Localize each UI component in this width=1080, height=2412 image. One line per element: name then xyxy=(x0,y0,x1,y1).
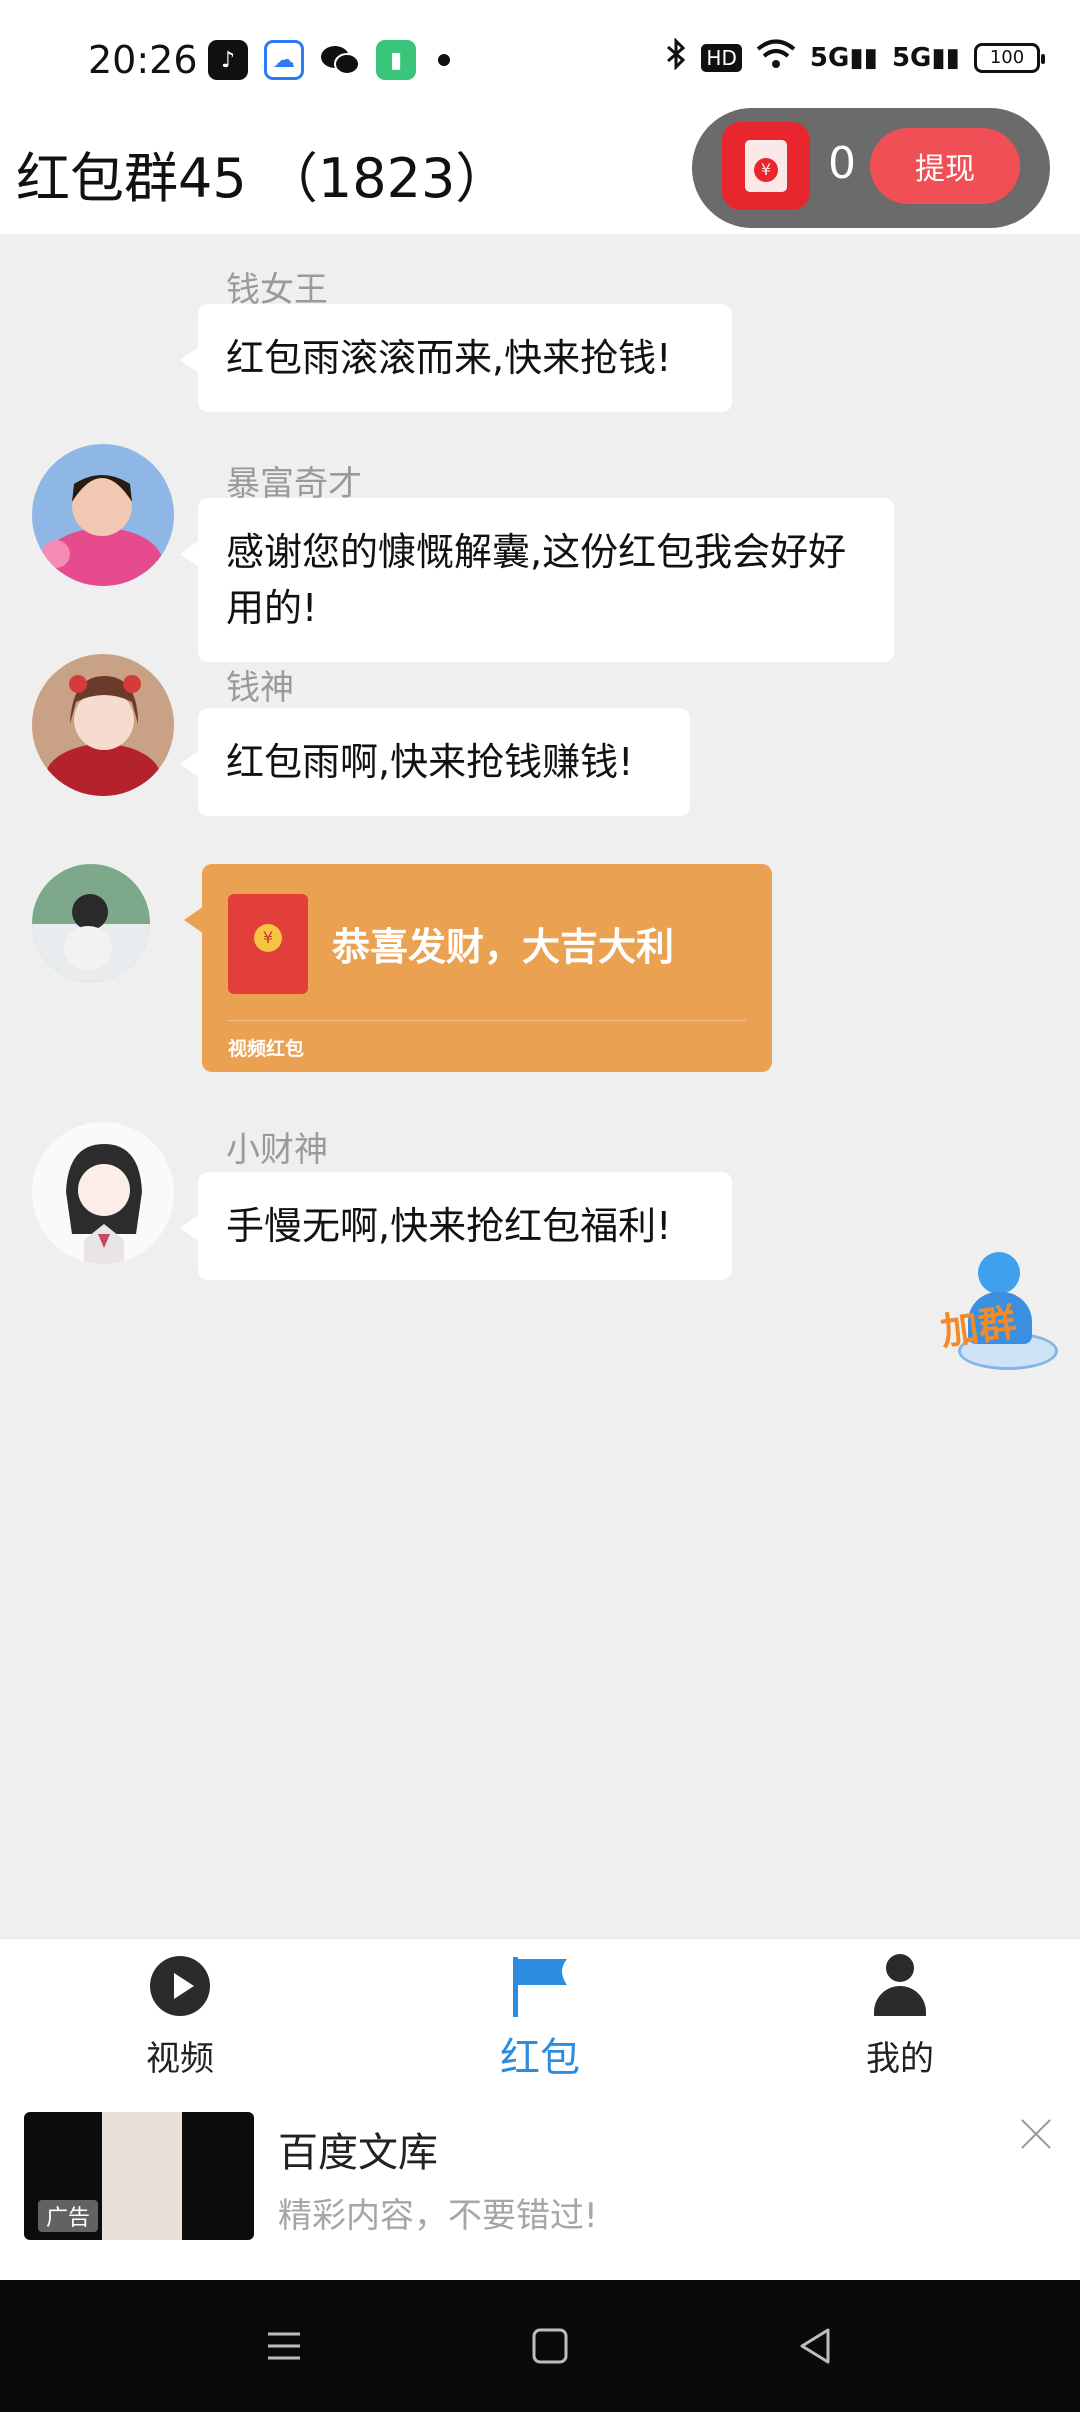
red-packet-divider xyxy=(228,1020,746,1021)
ad-thumbnail[interactable]: 广告 xyxy=(24,2112,254,2240)
message-bubble[interactable]: 感谢您的慷慨解囊,这份红包我会好好用的! xyxy=(180,498,894,662)
tab-red-packet[interactable]: 红包 xyxy=(440,1951,640,2083)
red-envelope-icon[interactable] xyxy=(722,122,810,210)
join-group-person-icon xyxy=(978,1252,1020,1294)
system-icons: HD 5G▮▮ 5G▮▮ 100 xyxy=(665,37,1045,77)
tab-label: 视频 xyxy=(146,2039,214,2079)
message-bubble[interactable]: 红包雨滚滚而来,快来抢钱! xyxy=(180,304,732,412)
bottom-tab-bar: 视频 红包 我的 xyxy=(0,1938,1080,2088)
bluetooth-icon xyxy=(665,37,687,77)
withdraw-button[interactable]: 提现 xyxy=(870,128,1020,204)
signal-1-label: 5G xyxy=(809,42,850,73)
status-time: 20:26 xyxy=(88,38,198,82)
red-packet-greeting: 恭喜发财，大吉大利 xyxy=(332,925,675,969)
status-bar: 20:26 ♪ ☁ ▮ HD 5G▮▮ 5G▮▮ 100 xyxy=(0,0,1080,112)
battery-level: 100 xyxy=(989,47,1025,68)
tab-label: 我的 xyxy=(866,2039,934,2079)
home-icon[interactable] xyxy=(528,2324,572,2368)
avatar[interactable] xyxy=(32,444,174,586)
message-bubble[interactable]: 手慢无啊,快来抢红包福利! xyxy=(180,1172,732,1280)
ad-banner[interactable]: 广告 百度文库 精彩内容，不要错过! xyxy=(0,2088,1080,2280)
avatar[interactable] xyxy=(32,864,150,982)
wechat-icon xyxy=(320,40,360,80)
tiktok-icon: ♪ xyxy=(208,40,248,80)
chat-area[interactable]: 钱女王 红包雨滚滚而来,快来抢钱! 暴富奇才 感谢您的慷慨解囊,这份红包我会好好… xyxy=(0,234,1080,1938)
wifi-icon xyxy=(756,38,796,77)
ad-subtitle: 精彩内容，不要错过! xyxy=(278,2196,598,2236)
tab-mine[interactable]: 我的 xyxy=(800,1951,1000,2080)
hd-icon: HD xyxy=(701,43,742,72)
ad-thumbnail-poster xyxy=(102,2112,182,2240)
red-packet-type: 视频红包 xyxy=(228,1038,305,1060)
red-packet-envelope-icon: ¥ xyxy=(228,894,308,994)
back-icon[interactable] xyxy=(794,2324,838,2368)
notification-icons: ♪ ☁ ▮ xyxy=(208,40,450,80)
ad-badge: 广告 xyxy=(38,2200,99,2232)
menu-icon[interactable] xyxy=(262,2324,306,2368)
system-nav-bar xyxy=(0,2280,1080,2412)
group-title: 红包群45 （1823） xyxy=(16,147,510,210)
signal-2-label: 5G xyxy=(891,42,932,73)
join-group-button[interactable]: 加群 xyxy=(937,1252,1070,1376)
battery-icon: 100 xyxy=(974,42,1045,73)
sender-name: 钱神 xyxy=(226,668,294,708)
close-icon[interactable] xyxy=(1016,2114,1056,2154)
message-bubble[interactable]: 红包雨啊,快来抢钱赚钱! xyxy=(180,708,690,816)
tab-video[interactable]: 视频 xyxy=(80,1951,280,2080)
more-notifications-dot xyxy=(438,54,450,66)
ad-title[interactable]: 百度文库 xyxy=(278,2120,438,2178)
play-circle-icon xyxy=(150,1956,210,2016)
signal-5g-icon: 5G▮▮ xyxy=(809,42,878,73)
signal-5g-icon: 5G▮▮ xyxy=(891,42,960,73)
sender-name: 小财神 xyxy=(226,1130,328,1170)
wallet-pill[interactable]: 0 提现 xyxy=(692,108,1050,228)
avatar[interactable] xyxy=(32,1122,174,1264)
red-packet-card[interactable]: ¥ 恭喜发财，大吉大利 视频红包 xyxy=(184,864,772,1072)
wallet-balance: 0 xyxy=(828,138,856,189)
battery-app-icon: ▮ xyxy=(376,40,416,80)
person-icon xyxy=(870,1954,930,2018)
baidu-netdisk-icon: ☁ xyxy=(264,40,304,80)
avatar[interactable] xyxy=(32,654,174,796)
tab-label: 红包 xyxy=(500,2035,580,2081)
flag-icon xyxy=(440,1951,640,2021)
join-group-label: 加群 xyxy=(937,1299,1020,1355)
chat-header: 红包群45 （1823） 0 提现 xyxy=(0,108,1080,234)
